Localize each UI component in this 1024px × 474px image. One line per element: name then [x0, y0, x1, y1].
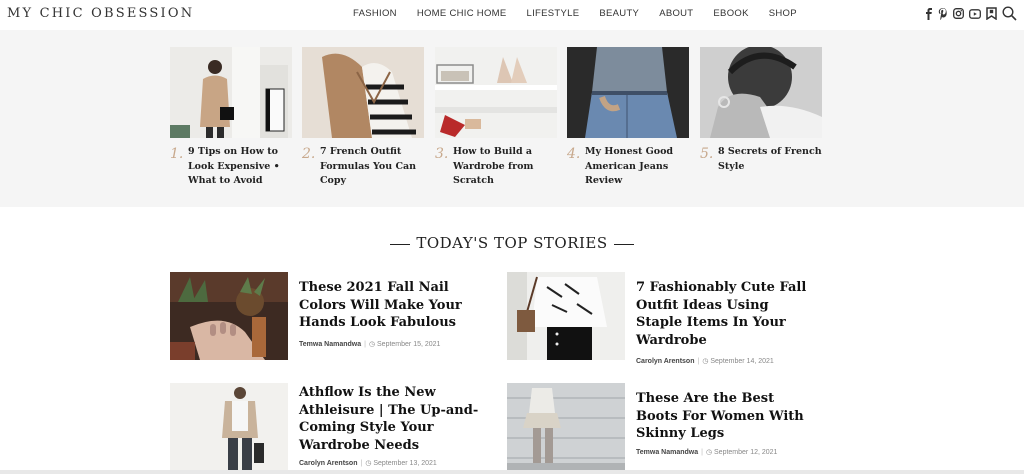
story-date: September 14, 2021 — [710, 358, 774, 365]
featured-post-title[interactable]: 9 Tips on How to Look Expensive • What t… — [188, 145, 292, 189]
search-icon[interactable] — [1002, 6, 1017, 21]
story-title[interactable]: 7 Fashionably Cute Fall Outfit Ideas Usi… — [636, 279, 816, 349]
section-title: TODAY'S TOP STORIES — [0, 234, 1024, 252]
story-meta: Carolyn Arentson | ◷ September 13, 2021 — [299, 459, 479, 467]
youtube-icon[interactable] — [969, 8, 981, 19]
featured-post-3[interactable]: 3. How to Build a Wardrobe from Scratch — [435, 47, 557, 189]
featured-posts-band: 1. 9 Tips on How to Look Expensive • Wha… — [0, 30, 1024, 207]
story-image[interactable] — [170, 383, 288, 471]
nav-item-about[interactable]: ABOUT — [659, 8, 693, 19]
story-image[interactable] — [170, 272, 288, 360]
story-author[interactable]: Carolyn Arentson — [636, 358, 694, 365]
story-image[interactable] — [507, 383, 625, 471]
featured-post-image[interactable] — [567, 47, 689, 138]
nav-item-beauty[interactable]: BEAUTY — [599, 8, 639, 19]
story-title[interactable]: These 2021 Fall Nail Colors Will Make Yo… — [299, 279, 479, 332]
clock-icon: ◷ — [368, 340, 378, 348]
featured-post-4[interactable]: 4. My Honest Good American Jeans Review — [567, 47, 689, 189]
social-icons — [924, 6, 1017, 21]
story-text: 7 Fashionably Cute Fall Outfit Ideas Usi… — [636, 279, 816, 365]
featured-post-1[interactable]: 1. 9 Tips on How to Look Expensive • Wha… — [170, 47, 292, 189]
story-date: September 12, 2021 — [714, 448, 778, 456]
instagram-icon[interactable] — [953, 8, 964, 19]
nav-item-ebook[interactable]: EBOOK — [713, 8, 748, 19]
featured-post-title[interactable]: My Honest Good American Jeans Review — [585, 145, 689, 189]
featured-post-image[interactable] — [700, 47, 822, 138]
featured-post-title[interactable]: 7 French Outfit Formulas You Can Copy — [320, 145, 424, 189]
title-rule-right — [613, 243, 634, 245]
featured-post-image[interactable] — [170, 47, 292, 138]
clock-icon: ◷ — [705, 448, 715, 456]
meta-separator: | — [360, 460, 363, 467]
nav-item-home-chic-home[interactable]: HOME CHIC HOME — [417, 8, 507, 19]
story-title[interactable]: Athflow Is the New Athleisure | The Up-a… — [299, 384, 479, 454]
meta-separator: | — [701, 448, 703, 456]
featured-post-image[interactable] — [302, 47, 424, 138]
nav-item-shop[interactable]: SHOP — [769, 8, 797, 19]
story-text: These 2021 Fall Nail Colors Will Make Yo… — [299, 279, 479, 348]
featured-post-title[interactable]: 8 Secrets of French Style — [718, 145, 822, 174]
story-author[interactable]: Temwa Namandwa — [299, 341, 361, 348]
main-nav: FASHION HOME CHIC HOME LIFESTYLE BEAUTY … — [353, 8, 817, 19]
facebook-icon[interactable] — [924, 7, 933, 20]
nav-item-fashion[interactable]: FASHION — [353, 8, 397, 19]
title-rule-left — [390, 243, 411, 245]
site-header: MY CHIC OBSESSION FASHION HOME CHIC HOME… — [0, 0, 1024, 30]
story-author[interactable]: Carolyn Arentson — [299, 460, 357, 467]
featured-post-number: 4. — [567, 146, 581, 162]
bookmark-icon[interactable] — [986, 7, 997, 20]
story-image[interactable] — [507, 272, 625, 360]
featured-post-number: 5. — [700, 146, 714, 162]
story-text: These Are the Best Boots For Women With … — [636, 390, 816, 456]
featured-post-number: 1. — [170, 146, 184, 162]
section-title-text: TODAY'S TOP STORIES — [416, 234, 608, 252]
site-logo[interactable]: MY CHIC OBSESSION — [7, 6, 194, 21]
story-meta: Temwa Namandwa | ◷ September 15, 2021 — [299, 340, 479, 348]
featured-post-5[interactable]: 5. 8 Secrets of French Style — [700, 47, 822, 174]
story-author[interactable]: Temwa Namandwa — [636, 449, 698, 456]
story-text: Athflow Is the New Athleisure | The Up-a… — [299, 384, 479, 467]
pinterest-icon[interactable] — [938, 7, 948, 20]
featured-post-number: 3. — [435, 146, 449, 162]
horizontal-scrollbar[interactable] — [0, 470, 1024, 474]
meta-separator: | — [697, 358, 700, 365]
story-date: September 15, 2021 — [377, 340, 441, 348]
meta-separator: | — [364, 340, 366, 348]
featured-post-image[interactable] — [435, 47, 557, 138]
featured-post-2[interactable]: 2. 7 French Outfit Formulas You Can Copy — [302, 47, 424, 189]
featured-post-number: 2. — [302, 146, 316, 162]
story-date: September 13, 2021 — [373, 460, 437, 467]
story-title[interactable]: These Are the Best Boots For Women With … — [636, 390, 816, 443]
featured-post-title[interactable]: How to Build a Wardrobe from Scratch — [453, 145, 557, 189]
nav-item-lifestyle[interactable]: LIFESTYLE — [527, 8, 580, 19]
story-meta: Temwa Namandwa | ◷ September 12, 2021 — [636, 448, 816, 456]
story-meta: Carolyn Arentson | ◷ September 14, 2021 — [636, 357, 816, 365]
